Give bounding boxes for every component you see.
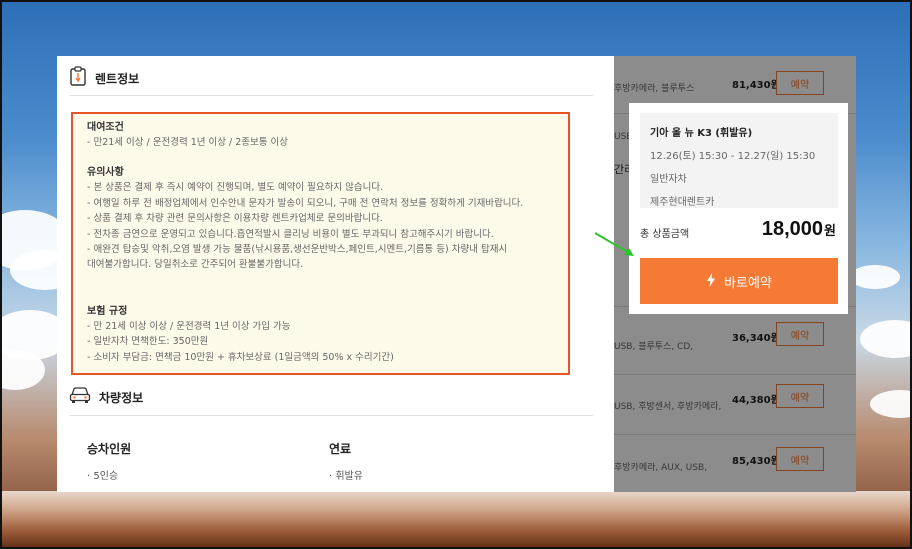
divider: [69, 95, 593, 96]
rental-period: 12.26(토) 15:30 - 12.27(일) 15:30: [650, 151, 816, 162]
total-price: 18,000원: [762, 218, 836, 241]
booking-summary-card: 기아 올 뉴 K3 (휘발유) 12.26(토) 15:30 - 12.27(일…: [629, 103, 848, 314]
capacity-column: 승차인원 · 5인승: [87, 440, 131, 482]
total-price-value: 18,000: [761, 218, 824, 240]
rental-info-header: 렌트정보: [69, 66, 139, 90]
fuel-label: 연료: [329, 442, 352, 456]
notes-line: - 애완견 탑승및 악취,오염 발생 가능 물품(낚시용품,생선운반박스,페인트…: [87, 244, 508, 256]
car-name: 기아 올 뉴 K3 (휘발유): [650, 128, 753, 139]
rental-info-title: 렌트정보: [95, 71, 140, 86]
product-detail-modal: 렌트정보 대여조건 - 만21세 이상 / 운전경력 1년 이상 / 2종보통 …: [57, 56, 614, 492]
insurance-line: - 일반자차 면책한도: 350만원: [87, 336, 209, 348]
notes-line: - 전차종 금연으로 운영되고 있습니다.흡연적발시 클리닝 비용이 별도 부과…: [87, 228, 494, 240]
pointer-arrow-icon: [594, 232, 634, 256]
capacity-value: · 5인승: [87, 471, 119, 482]
total-price-label: 총 상품금액: [640, 229, 690, 240]
notes-line: - 상품 결제 후 차량 관련 문의사항은 이용차량 렌트카업체로 문의바랍니다…: [87, 213, 383, 225]
clipboard-icon: [69, 66, 87, 90]
conditions-line: - 만21세 이상 / 운전경력 1년 이상 / 2종보통 이상: [87, 137, 289, 148]
book-now-label: 바로예약: [724, 274, 772, 290]
vehicle-info-header: 차량정보: [69, 386, 143, 408]
insurance-type: 일반자차: [650, 174, 687, 185]
conditions-heading: 대여조건: [87, 122, 124, 133]
vehicle-info-title: 차량정보: [99, 390, 144, 405]
notes-line: - 여행일 하루 전 배정업체에서 인수안내 문자가 발송이 되오니, 구매 전…: [87, 197, 524, 209]
capacity-label: 승차인원: [87, 442, 132, 456]
rental-company: 제주현대렌트카: [650, 197, 715, 208]
notes-line: - 본 상품은 결제 후 즉시 예약이 진행되며, 별도 예약이 필요하지 않습…: [87, 182, 384, 194]
currency-unit: 원: [824, 223, 836, 238]
insurance-heading: 보험 규정: [87, 305, 128, 317]
notes-heading: 유의사항: [87, 167, 124, 179]
booking-details: 기아 올 뉴 K3 (휘발유) 12.26(토) 15:30 - 12.27(일…: [640, 113, 838, 208]
divider: [69, 415, 593, 416]
rental-terms-box: 대여조건 - 만21세 이상 / 운전경력 1년 이상 / 2종보통 이상 유의…: [71, 112, 570, 375]
insurance-line: - 만 21세 이상 이상 / 운전경력 1년 이상 가입 가능: [87, 320, 291, 332]
car-icon: [69, 386, 91, 408]
fuel-column: 연료 · 휘발유: [329, 440, 363, 482]
book-now-button[interactable]: 바로예약: [640, 258, 838, 304]
lightning-icon: [706, 272, 716, 290]
fuel-value: · 휘발유: [329, 471, 363, 482]
notes-line: 대여불가합니다. 당일취소로 간주되어 환불불가합니다.: [87, 259, 304, 271]
insurance-line: - 소비자 부담금: 면책금 10만원 + 휴차보상료 (1일금액의 50% x…: [87, 351, 394, 363]
